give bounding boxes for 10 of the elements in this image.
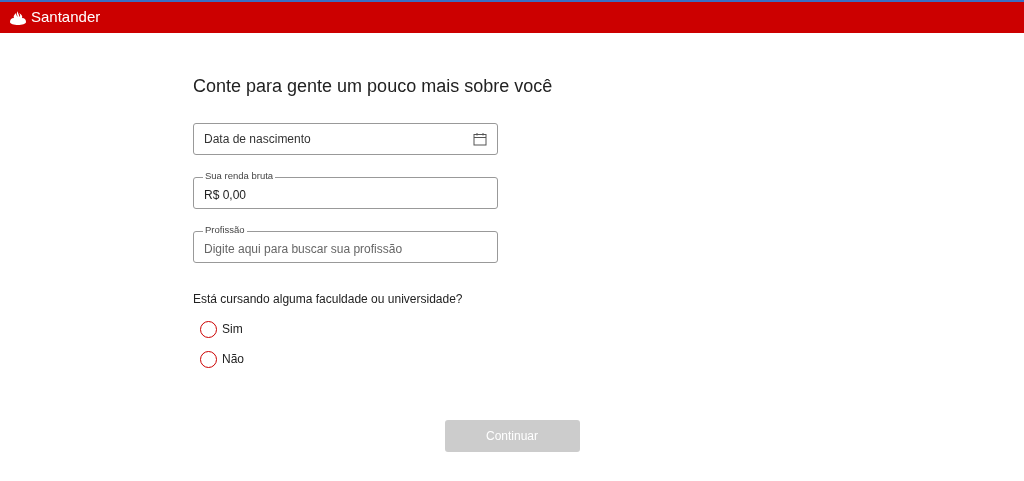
- question-text: Está cursando alguma faculdade ou universidade?: [193, 291, 464, 307]
- option-label[interactable]: Sim: [222, 321, 243, 338]
- calendar-icon[interactable]: [473, 132, 487, 146]
- brand-name[interactable]: Santander: [31, 6, 101, 29]
- field-label: Sua renda bruta: [203, 170, 276, 182]
- page-title: Conte para gente um pouco mais sobre você: [193, 75, 554, 97]
- option-label[interactable]: Não: [222, 351, 244, 368]
- flame-logo-icon: [10, 10, 26, 25]
- field-label: Profissão: [203, 224, 247, 236]
- date-field[interactable]: Data de nascimento: [193, 123, 498, 155]
